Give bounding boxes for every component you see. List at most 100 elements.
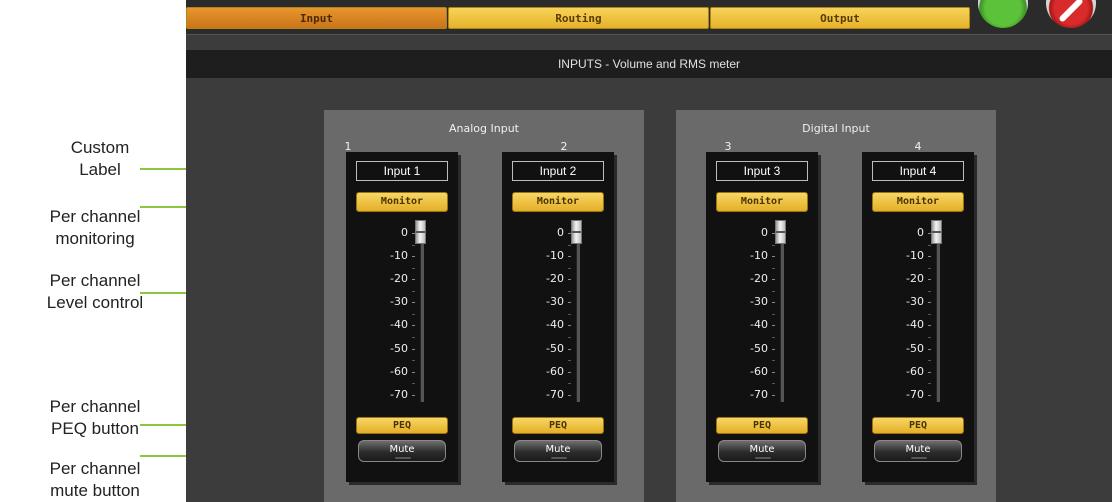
scale-tick <box>772 256 775 258</box>
peq-button[interactable]: PEQ <box>716 417 808 434</box>
level-slider-thumb[interactable] <box>571 220 582 244</box>
scale-tick <box>928 279 931 281</box>
scale-tick <box>568 371 571 373</box>
scale-label: -30 <box>750 295 768 309</box>
channel-strip-2: Input 2 Monitor 0 -10 -20 -30 -40 -50 -60 -70 PEQ M… <box>502 152 614 482</box>
tab-output[interactable]: Output <box>710 7 970 29</box>
scale-minor-tick <box>928 244 931 246</box>
level-slider-thumb[interactable] <box>775 220 786 244</box>
level-slider-thumb[interactable] <box>415 220 426 244</box>
app-window: Input Routing Output INPUTS - Volume and… <box>186 0 1112 502</box>
scale-minor-tick <box>568 267 571 269</box>
mute-button[interactable]: Mute <box>358 440 446 462</box>
scale-minor-tick <box>928 313 931 315</box>
scale-tick <box>772 348 775 350</box>
scale-label: -10 <box>750 249 768 263</box>
group-digital-input: Digital Input 3 4 Input 3 Monitor 0 -10 -20-… <box>676 110 996 502</box>
scale-tick <box>928 302 931 304</box>
group-analog-input: Analog Input 1 2 Input 1 Monitor 0 -10 -20 -3… <box>324 110 644 502</box>
scale-tick <box>772 325 775 327</box>
scale-minor-tick <box>412 360 415 362</box>
scale-minor-tick <box>772 313 775 315</box>
scale-minor-tick <box>772 336 775 338</box>
level-slider-track[interactable] <box>576 234 580 402</box>
tab-routing[interactable]: Routing <box>448 7 709 29</box>
scale-tick <box>772 279 775 281</box>
peq-button[interactable]: PEQ <box>356 417 448 434</box>
channel-label-field[interactable]: Input 3 <box>716 161 808 181</box>
mute-button[interactable]: Mute <box>514 440 602 462</box>
scale-tick <box>772 371 775 373</box>
level-slider-thumb[interactable] <box>931 220 942 244</box>
scale-label: -10 <box>906 249 924 263</box>
mute-led <box>395 457 411 459</box>
peq-button[interactable]: PEQ <box>872 417 964 434</box>
channel-strip-3: Input 3 Monitor 0 -10 -20 -30 -40 -50 -60 -70 PEQ M… <box>706 152 818 482</box>
scale-tick <box>412 371 415 373</box>
scale-label: -60 <box>546 364 564 378</box>
scale-tick <box>412 394 415 396</box>
cancel-no-icon[interactable] <box>1046 0 1096 28</box>
scale-label: -20 <box>546 272 564 286</box>
monitor-button[interactable]: Monitor <box>872 192 964 212</box>
scale-minor-tick <box>928 267 931 269</box>
annotation-monitoring: Per channel monitoring <box>49 207 141 248</box>
scale-tick <box>928 256 931 258</box>
scale-minor-tick <box>772 267 775 269</box>
mute-button[interactable]: Mute <box>874 440 962 462</box>
channel-label-field[interactable]: Input 1 <box>356 161 448 181</box>
scale-tick <box>568 348 571 350</box>
scale-minor-tick <box>568 313 571 315</box>
scale-label: -10 <box>546 249 564 263</box>
mute-led <box>551 457 567 459</box>
level-slider-track[interactable] <box>780 234 784 402</box>
scale-minor-tick <box>412 290 415 292</box>
scale-minor-tick <box>928 290 931 292</box>
annotation-custom-label: Custom Label <box>70 138 130 179</box>
peq-button[interactable]: PEQ <box>512 417 604 434</box>
scale-tick <box>412 279 415 281</box>
ok-check-icon[interactable] <box>978 0 1028 28</box>
sub-bar <box>186 34 1112 51</box>
scale-minor-tick <box>412 267 415 269</box>
level-slider-track[interactable] <box>420 234 424 402</box>
scale-label: 0 <box>557 226 564 239</box>
monitor-button[interactable]: Monitor <box>512 192 604 212</box>
tab-bar: Input Routing Output <box>186 0 1112 34</box>
scale-minor-tick <box>928 336 931 338</box>
scale-minor-tick <box>412 336 415 338</box>
scale-label: -40 <box>750 318 768 332</box>
scale-minor-tick <box>928 360 931 362</box>
mute-led <box>755 457 771 459</box>
scale-label: -60 <box>906 364 924 378</box>
scale-label: -50 <box>906 341 924 355</box>
scale-minor-tick <box>412 383 415 385</box>
scale-label: -20 <box>390 272 408 286</box>
channel-label-field[interactable]: Input 4 <box>872 161 964 181</box>
scale-tick <box>928 325 931 327</box>
scale-label: -50 <box>546 341 564 355</box>
monitor-button[interactable]: Monitor <box>356 192 448 212</box>
channel-label-field[interactable]: Input 2 <box>512 161 604 181</box>
scale-tick <box>412 256 415 258</box>
scale-label: -30 <box>906 295 924 309</box>
scale-tick <box>928 371 931 373</box>
scale-tick <box>412 325 415 327</box>
mute-label: Mute <box>905 444 931 455</box>
scale-tick <box>568 394 571 396</box>
scale-label: -70 <box>546 387 564 401</box>
level-slider-track[interactable] <box>936 234 940 402</box>
scale-minor-tick <box>568 360 571 362</box>
scale-minor-tick <box>568 244 571 246</box>
scale-label: -40 <box>390 318 408 332</box>
channel-strip-1: Input 1 Monitor 0 -10 -20 -30 -40 -50 -60 -70 PEQ M… <box>346 152 458 482</box>
group-title: Analog Input <box>449 122 519 135</box>
scale-minor-tick <box>772 360 775 362</box>
scale-tick <box>772 302 775 304</box>
tab-input[interactable]: Input <box>186 7 447 29</box>
scale-minor-tick <box>412 244 415 246</box>
monitor-button[interactable]: Monitor <box>716 192 808 212</box>
annotation-peq: Per channel PEQ button <box>49 397 141 438</box>
mute-button[interactable]: Mute <box>718 440 806 462</box>
scale-minor-tick <box>568 290 571 292</box>
